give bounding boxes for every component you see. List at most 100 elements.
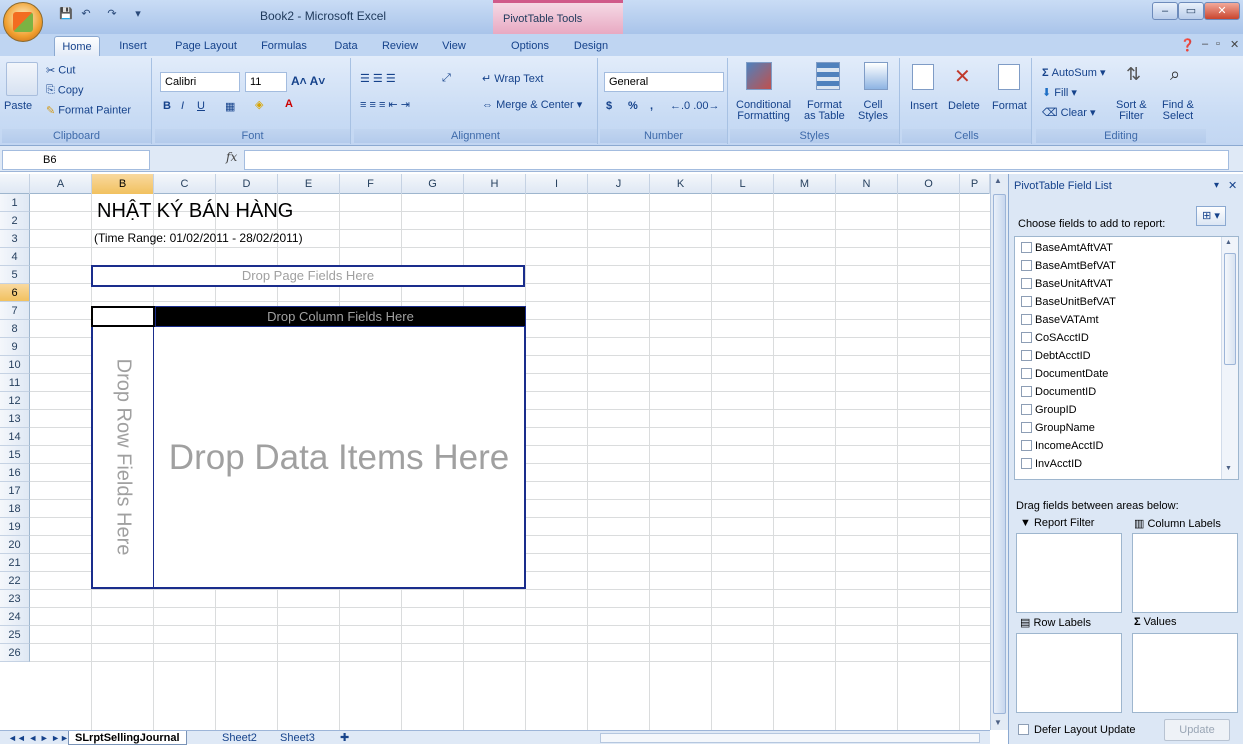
orientation-icon[interactable]: ⤢ (442, 72, 451, 85)
column-header[interactable]: N (836, 174, 898, 194)
column-header[interactable]: O (898, 174, 960, 194)
maximize-button[interactable]: ▭ (1178, 2, 1204, 20)
row-header[interactable]: 7 (0, 302, 30, 320)
sheet-tab-active[interactable]: SLrptSellingJournal (68, 731, 187, 745)
scroll-down-icon[interactable]: ▼ (994, 718, 1006, 730)
save-icon[interactable]: 💾 (58, 6, 74, 22)
row-header[interactable]: 5 (0, 266, 30, 284)
report-time-range[interactable]: (Time Range: 01/02/2011 - 28/02/2011) (94, 231, 303, 245)
conditional-formatting-button[interactable]: Conditional Formatting (736, 100, 791, 122)
copy-button[interactable]: ⎘ Copy (46, 84, 84, 97)
field-checkbox[interactable] (1021, 385, 1032, 397)
tab-view[interactable]: View (432, 36, 476, 56)
field-checkbox[interactable] (1021, 349, 1032, 361)
update-button[interactable]: Update (1164, 719, 1230, 741)
sheet-tab[interactable]: Sheet3 (274, 731, 321, 745)
layout-options-icon[interactable]: ⊞ ▾ (1196, 206, 1226, 226)
cut-button[interactable]: ✂ Cut (46, 64, 75, 77)
report-filter-area[interactable] (1016, 533, 1122, 613)
column-header[interactable]: C (154, 174, 216, 194)
row-header[interactable]: 6 (0, 284, 30, 302)
percent-button[interactable]: % (628, 100, 638, 112)
report-title[interactable]: NHẬT KÝ BÁN HÀNG (97, 200, 293, 223)
horizontal-scrollbar[interactable] (600, 733, 980, 743)
underline-icon[interactable]: U (197, 100, 205, 112)
row-header[interactable]: 17 (0, 482, 30, 500)
field-item[interactable]: InvAcctID (1021, 455, 1082, 473)
tab-formulas[interactable]: Formulas (252, 36, 316, 56)
sheet-nav-icon[interactable]: ◄◄ ◄ ► ►► (2, 731, 75, 745)
column-header[interactable]: F (340, 174, 402, 194)
field-item[interactable]: CoSAcctID (1021, 329, 1089, 347)
row-header[interactable]: 14 (0, 428, 30, 446)
tab-data[interactable]: Data (326, 36, 366, 56)
select-all-corner[interactable] (0, 174, 30, 194)
field-checkbox[interactable] (1021, 277, 1032, 289)
sheet-tab[interactable]: Sheet2 (216, 731, 263, 745)
column-header[interactable]: P (960, 174, 990, 194)
field-checkbox[interactable] (1021, 259, 1032, 271)
tab-review[interactable]: Review (375, 36, 425, 56)
paste-icon[interactable] (6, 62, 38, 96)
row-header[interactable]: 11 (0, 374, 30, 392)
field-item[interactable]: BaseVATAmt (1021, 311, 1099, 329)
data-items-drop-zone[interactable]: Drop Data Items Here (154, 327, 526, 589)
column-header[interactable]: B (92, 174, 154, 194)
row-header[interactable]: 15 (0, 446, 30, 464)
column-header[interactable]: D (216, 174, 278, 194)
row-header[interactable]: 24 (0, 608, 30, 626)
column-header[interactable]: G (402, 174, 464, 194)
number-format-combo[interactable]: General (604, 72, 724, 92)
column-header[interactable]: H (464, 174, 526, 194)
sort-filter-icon[interactable]: ⇅ (1126, 64, 1141, 85)
format-as-table-icon[interactable] (816, 62, 840, 90)
fill-button[interactable]: ⬇ Fill ▾ (1042, 86, 1077, 99)
row-header[interactable]: 13 (0, 410, 30, 428)
paste-button[interactable]: Paste (4, 100, 32, 112)
row-header[interactable]: 25 (0, 626, 30, 644)
insert-cells-icon[interactable] (912, 64, 934, 90)
autosum-button[interactable]: Σ AutoSum ▾ (1042, 66, 1106, 79)
fill-color-icon[interactable]: ◈ (255, 98, 263, 111)
column-header[interactable]: M (774, 174, 836, 194)
formula-input[interactable] (244, 150, 1229, 170)
italic-icon[interactable]: I (181, 100, 184, 112)
sort-filter-button[interactable]: Sort & Filter (1116, 100, 1147, 122)
row-header[interactable]: 8 (0, 320, 30, 338)
field-checkbox[interactable] (1021, 295, 1032, 307)
field-item[interactable]: BaseUnitAftVAT (1021, 275, 1113, 293)
minimize-button[interactable]: – (1152, 2, 1178, 20)
undo-icon[interactable]: ↶ (78, 6, 94, 22)
scroll-thumb[interactable] (993, 194, 1006, 714)
field-item[interactable]: DebtAcctID (1021, 347, 1091, 365)
increase-decimal-icon[interactable]: ←.0 .00→ (670, 100, 720, 112)
insert-button[interactable]: Insert (910, 100, 938, 112)
field-checkbox[interactable] (1021, 421, 1032, 433)
column-header[interactable]: K (650, 174, 712, 194)
tab-design[interactable]: Design (566, 36, 616, 56)
field-item[interactable]: BaseUnitBefVAT (1021, 293, 1116, 311)
clear-button[interactable]: ⌫ Clear ▾ (1042, 106, 1096, 119)
field-checkbox[interactable] (1021, 439, 1032, 451)
tab-page-layout[interactable]: Page Layout (168, 36, 244, 56)
pane-close-icon[interactable]: ✕ (1228, 179, 1237, 192)
qat-customize-icon[interactable]: ▾ (130, 6, 146, 22)
currency-button[interactable]: $ (606, 100, 612, 112)
column-header[interactable]: I (526, 174, 588, 194)
ribbon-close-icon[interactable]: ✕ (1230, 38, 1239, 51)
redo-icon[interactable]: ↷ (104, 6, 120, 22)
ribbon-restore-icon[interactable]: ▫ (1216, 38, 1220, 50)
row-header[interactable]: 2 (0, 212, 30, 230)
row-header[interactable]: 3 (0, 230, 30, 248)
delete-button[interactable]: Delete (948, 100, 980, 112)
active-cell[interactable] (91, 306, 155, 327)
defer-layout-checkbox[interactable]: Defer Layout Update (1018, 723, 1136, 736)
format-cells-icon[interactable] (998, 64, 1020, 90)
field-checkbox[interactable] (1021, 457, 1032, 469)
font-name-combo[interactable]: Calibri (160, 72, 240, 92)
format-button[interactable]: Format (992, 100, 1027, 112)
wrap-text-button[interactable]: ↵ Wrap Text (482, 72, 543, 85)
row-header[interactable]: 26 (0, 644, 30, 662)
merge-center-button[interactable]: ⇔ Merge & Center ▾ (482, 98, 582, 111)
align-top-icon[interactable]: ☰ ☰ ☰ (360, 72, 396, 85)
